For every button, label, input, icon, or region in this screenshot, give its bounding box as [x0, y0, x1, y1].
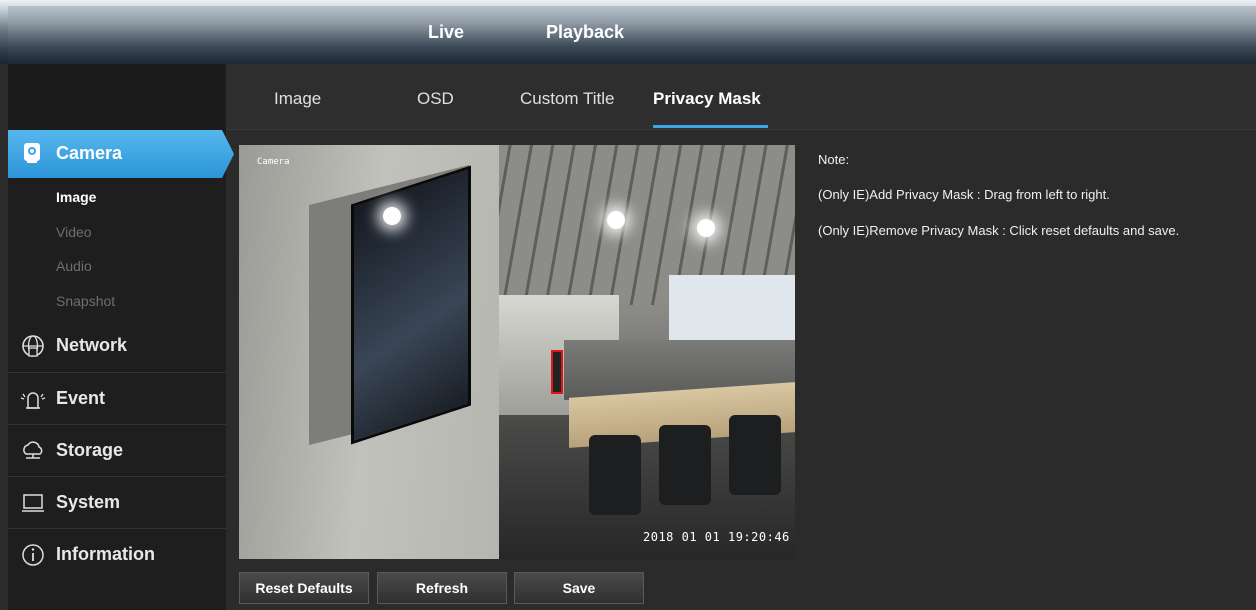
sidebar-item-label: Storage	[56, 440, 124, 460]
save-button[interactable]: Save	[514, 572, 644, 604]
network-globe-icon	[22, 335, 44, 357]
sidebar-sub-video[interactable]: Video	[56, 224, 92, 240]
video-chair	[729, 415, 781, 495]
nav-live[interactable]: Live	[428, 22, 464, 43]
sidebar-item-label: Event	[56, 388, 106, 408]
sidebar-sub-image[interactable]: Image	[56, 189, 96, 205]
video-chair	[589, 435, 641, 515]
video-ceiling-light	[607, 211, 625, 229]
video-timestamp: 2018 01 01 19:20:46	[643, 530, 790, 544]
top-banner-inner	[8, 6, 1256, 64]
refresh-button[interactable]: Refresh	[377, 572, 507, 604]
sidebar-item-information[interactable]: Information	[8, 528, 226, 580]
video-preview[interactable]: Camera 2018 01 01 19:20:46	[239, 145, 795, 559]
sidebar-item-system[interactable]: System	[8, 476, 226, 528]
sidebar-item-event[interactable]: Event	[8, 372, 226, 424]
reset-defaults-button[interactable]: Reset Defaults	[239, 572, 369, 604]
video-ceiling-light	[383, 207, 401, 225]
camera-icon	[24, 143, 40, 163]
tab-image[interactable]: Image	[274, 89, 321, 109]
sidebar-sub-snapshot[interactable]: Snapshot	[56, 293, 115, 309]
video-osd-title: Camera	[257, 157, 290, 167]
sidebar-item-label: Information	[56, 544, 155, 564]
active-tab-indicator	[653, 125, 768, 128]
sidebar-header	[8, 64, 226, 130]
sidebar-sub-audio[interactable]: Audio	[56, 258, 92, 274]
video-window	[669, 275, 795, 345]
info-icon	[22, 544, 44, 566]
video-ceiling-light	[697, 219, 715, 237]
tab-osd[interactable]: OSD	[417, 89, 454, 109]
sidebar: Camera Image Video Audio Snapshot Networ…	[8, 64, 234, 610]
tab-custom-title[interactable]: Custom Title	[520, 89, 614, 109]
sidebar-item-label: System	[56, 492, 121, 512]
sidebar-item-label: Camera	[56, 143, 123, 163]
note-remove-mask: (Only IE)Remove Privacy Mask : Click res…	[818, 223, 1180, 238]
sidebar-item-network[interactable]: Network	[8, 320, 226, 372]
nav-playback[interactable]: Playback	[546, 22, 624, 43]
video-chair	[659, 425, 711, 505]
sidebar-item-label: Network	[56, 335, 128, 355]
sidebar-item-camera[interactable]: Camera	[8, 130, 234, 178]
note-heading: Note:	[818, 152, 850, 167]
monitor-icon	[22, 494, 44, 512]
video-tv-screen	[351, 165, 471, 445]
note-add-mask: (Only IE)Add Privacy Mask : Drag from le…	[818, 187, 1110, 202]
top-banner: Live Playback	[0, 0, 1256, 64]
alarm-icon	[20, 392, 46, 409]
tab-privacy-mask[interactable]: Privacy Mask	[653, 89, 761, 109]
cloud-storage-icon	[23, 441, 43, 459]
privacy-mask-region[interactable]	[551, 350, 563, 394]
sidebar-item-storage[interactable]: Storage	[8, 424, 226, 476]
tab-bar: Image OSD Custom Title Privacy Mask	[226, 64, 1256, 130]
